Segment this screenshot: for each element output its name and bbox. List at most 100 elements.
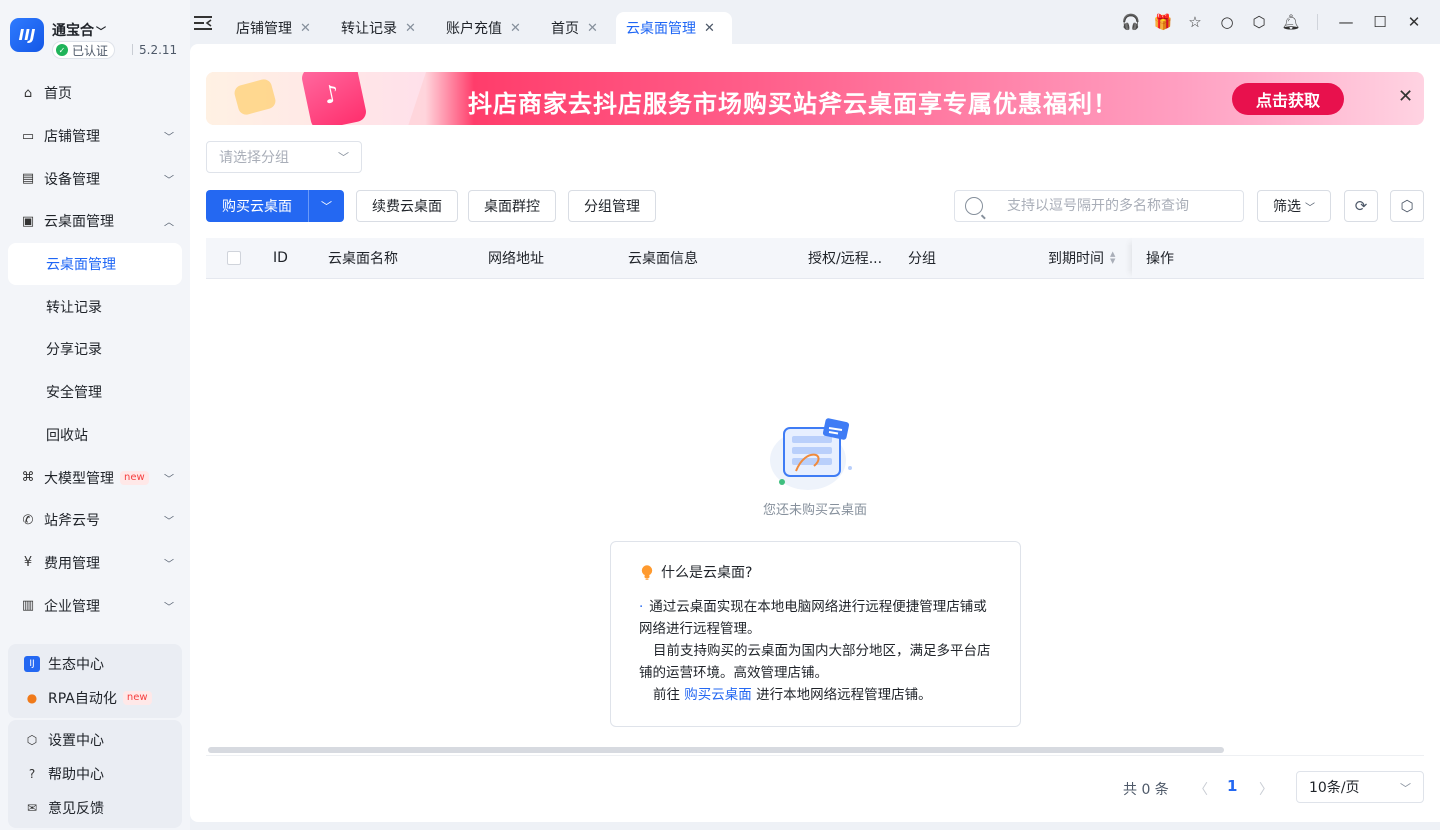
- buy-dropdown-button[interactable]: ﹀: [308, 190, 344, 222]
- ecosystem-panel: IJ 生态中心 ● RPA自动化 new: [8, 644, 182, 718]
- sidebar-item-label: 费用管理: [44, 555, 100, 572]
- tab-store-management[interactable]: 店铺管理 ✕: [226, 12, 321, 44]
- sidebar-item-cloud-desktop[interactable]: ▣ 云桌面管理 ︿: [8, 200, 182, 243]
- group-select[interactable]: 请选择分组 ﹀: [206, 141, 362, 173]
- horizontal-scrollbar[interactable]: [208, 747, 1224, 753]
- group-select-placeholder: 请选择分组: [219, 150, 289, 166]
- help-center-link[interactable]: ? 帮助中心: [8, 757, 182, 791]
- close-icon[interactable]: ✕: [510, 21, 521, 36]
- sidebar-item-label: 分享记录: [46, 342, 102, 359]
- tab-cloud-desktop-management[interactable]: 云桌面管理 ✕: [616, 12, 732, 44]
- sidebar-item-billing[interactable]: ¥ 费用管理 ﹀: [8, 542, 182, 585]
- tab-label: 账户充值: [446, 21, 502, 37]
- sidebar-item-label: 回收站: [46, 427, 88, 444]
- star-icon[interactable]: ☆: [1179, 10, 1211, 34]
- close-icon[interactable]: ✕: [704, 21, 715, 36]
- next-page-icon[interactable]: 〉: [1259, 779, 1273, 799]
- gift-icon[interactable]: 🎁: [1147, 10, 1179, 34]
- yen-icon: ¥: [23, 555, 33, 571]
- verified-badge: ✓ 已认证: [52, 41, 116, 59]
- new-badge: new: [122, 691, 152, 705]
- ecosystem-center-link[interactable]: IJ 生态中心: [8, 647, 182, 681]
- sidebar-item-cloud-number[interactable]: ✆ 站斧云号 ﹀: [8, 499, 182, 542]
- org-switcher[interactable]: 通宝合 ﹀: [52, 20, 106, 40]
- minimize-icon[interactable]: —: [1330, 10, 1362, 34]
- sort-icon[interactable]: ▲ ▼: [1110, 251, 1115, 265]
- info-title: 什么是云桌面?: [641, 562, 992, 582]
- refresh-button[interactable]: ⟳: [1344, 190, 1378, 222]
- close-icon[interactable]: ✕: [587, 21, 598, 36]
- rpa-automation-link[interactable]: ● RPA自动化 new: [8, 681, 182, 715]
- settings-center-link[interactable]: ⬡ 设置中心: [8, 723, 182, 757]
- buy-cloud-desktop-link[interactable]: 购买云桌面: [684, 687, 752, 703]
- page-number-current[interactable]: 1: [1227, 777, 1237, 795]
- page-size-select[interactable]: 10条/页 ﹀: [1296, 771, 1424, 803]
- tab-label: 首页: [551, 21, 579, 37]
- sidebar-item-label: 站斧云号: [44, 513, 100, 530]
- app-logo-icon: IJ: [24, 656, 40, 672]
- sidebar-item-share-records[interactable]: 分享记录: [8, 328, 182, 371]
- sidebar-item-cloud-desktop-management[interactable]: 云桌面管理: [8, 242, 182, 286]
- actions-column-header: 操作: [1132, 238, 1424, 278]
- column-label: 到期时间: [1048, 251, 1104, 267]
- banner-claim-button[interactable]: 点击获取: [1232, 83, 1344, 115]
- sidebar-item-label: 转让记录: [46, 299, 102, 316]
- maximize-icon[interactable]: ☐: [1364, 10, 1396, 34]
- headset-icon[interactable]: 🎧: [1115, 10, 1147, 34]
- close-window-icon[interactable]: ✕: [1398, 10, 1430, 34]
- sidebar-nav: ⌂ 首页 ▭ 店铺管理 ﹀ ▤ 设备管理 ﹀ ▣ 云桌面管理 ︿ 云桌面管理 转…: [8, 72, 182, 642]
- search-icon[interactable]: ○: [1211, 10, 1243, 34]
- table-header: ID 云桌面名称 网络地址 云桌面信息 授权/远程... 分组 到期时间 ▲ ▼ …: [206, 238, 1424, 279]
- group-management-button[interactable]: 分组管理: [568, 190, 656, 222]
- search-input[interactable]: [1007, 198, 1227, 214]
- filter-button[interactable]: 筛选 ﹀: [1257, 190, 1331, 222]
- sidebar-item-device-management[interactable]: ▤ 设备管理 ﹀: [8, 157, 182, 200]
- feedback-link[interactable]: ✉ 意见反馈: [8, 791, 182, 825]
- promo-banner[interactable]: 抖店商家去抖店服务市场购买站斧云桌面享专属优惠福利！ 点击获取 ✕: [206, 72, 1424, 125]
- column-expire-time[interactable]: 到期时间 ▲ ▼: [1048, 238, 1115, 278]
- sidebar-item-transfer-records[interactable]: 转让记录: [8, 285, 182, 328]
- buy-cloud-desktop-split-button: 购买云桌面 ﹀: [206, 190, 344, 222]
- bell-icon[interactable]: 🔔︎: [1275, 10, 1307, 34]
- tab-transfer-records[interactable]: 转让记录 ✕: [331, 12, 426, 44]
- chevron-down-icon: ﹀: [164, 175, 174, 187]
- select-all-checkbox[interactable]: [227, 251, 241, 265]
- column-id: ID: [273, 250, 288, 266]
- info-line-3-suffix: 进行本地网络远程管理店铺。: [756, 687, 932, 703]
- sidebar-item-llm-management[interactable]: ⌘ 大模型管理 new ﹀: [8, 456, 182, 499]
- sidebar-item-store-management[interactable]: ▭ 店铺管理 ﹀: [8, 115, 182, 158]
- prev-page-icon[interactable]: 〈: [1194, 779, 1208, 799]
- tab-home[interactable]: 首页 ✕: [541, 12, 608, 44]
- close-icon[interactable]: ✕: [405, 21, 416, 36]
- chevron-down-icon: ﹀: [164, 516, 174, 528]
- chevron-down-icon: ﹀: [321, 200, 332, 213]
- sidebar-item-home[interactable]: ⌂ 首页: [8, 72, 182, 115]
- home-icon: ⌂: [23, 85, 33, 101]
- buy-cloud-desktop-button[interactable]: 购买云桌面: [206, 190, 308, 222]
- tab-account-recharge[interactable]: 账户充值 ✕: [436, 12, 531, 44]
- tab-label: 转让记录: [341, 21, 397, 37]
- refresh-icon: ⟳: [1354, 197, 1368, 215]
- close-icon[interactable]: ✕: [300, 21, 311, 36]
- collapse-sidebar-icon[interactable]: [194, 16, 212, 30]
- renew-cloud-desktop-button[interactable]: 续费云桌面: [356, 190, 458, 222]
- org-name: 通宝合: [52, 23, 94, 39]
- chevron-down-icon: ﹀: [164, 474, 174, 486]
- phone-icon: ✆: [22, 512, 34, 528]
- close-icon[interactable]: ✕: [1398, 86, 1413, 107]
- tab-label: 店铺管理: [236, 21, 292, 37]
- desktop-group-control-button[interactable]: 桌面群控: [468, 190, 556, 222]
- sidebar-item-recycle-bin[interactable]: 回收站: [8, 414, 182, 457]
- shopping-bag-icon: [300, 72, 368, 125]
- settings-icon[interactable]: ⬡: [1243, 10, 1275, 34]
- column-name: 云桌面名称: [328, 251, 398, 267]
- sidebar-item-security[interactable]: 安全管理: [8, 371, 182, 414]
- column-settings-button[interactable]: ⬡: [1390, 190, 1424, 222]
- main-content: 抖店商家去抖店服务市场购买站斧云桌面享专属优惠福利！ 点击获取 ✕ 请选择分组 …: [190, 44, 1440, 822]
- chevron-down-icon: ﹀: [164, 602, 174, 614]
- lightbulb-icon: [641, 564, 653, 580]
- what-is-cloud-desktop-card: 什么是云桌面? · 通过云桌面实现在本地电脑网络进行远程便捷管理店铺或网络进行远程…: [610, 541, 1021, 727]
- sidebar-item-enterprise[interactable]: ▥ 企业管理 ﹀: [8, 584, 182, 627]
- info-line-3-prefix: 前往: [653, 687, 680, 703]
- panel-item-label: 设置中心: [48, 733, 104, 749]
